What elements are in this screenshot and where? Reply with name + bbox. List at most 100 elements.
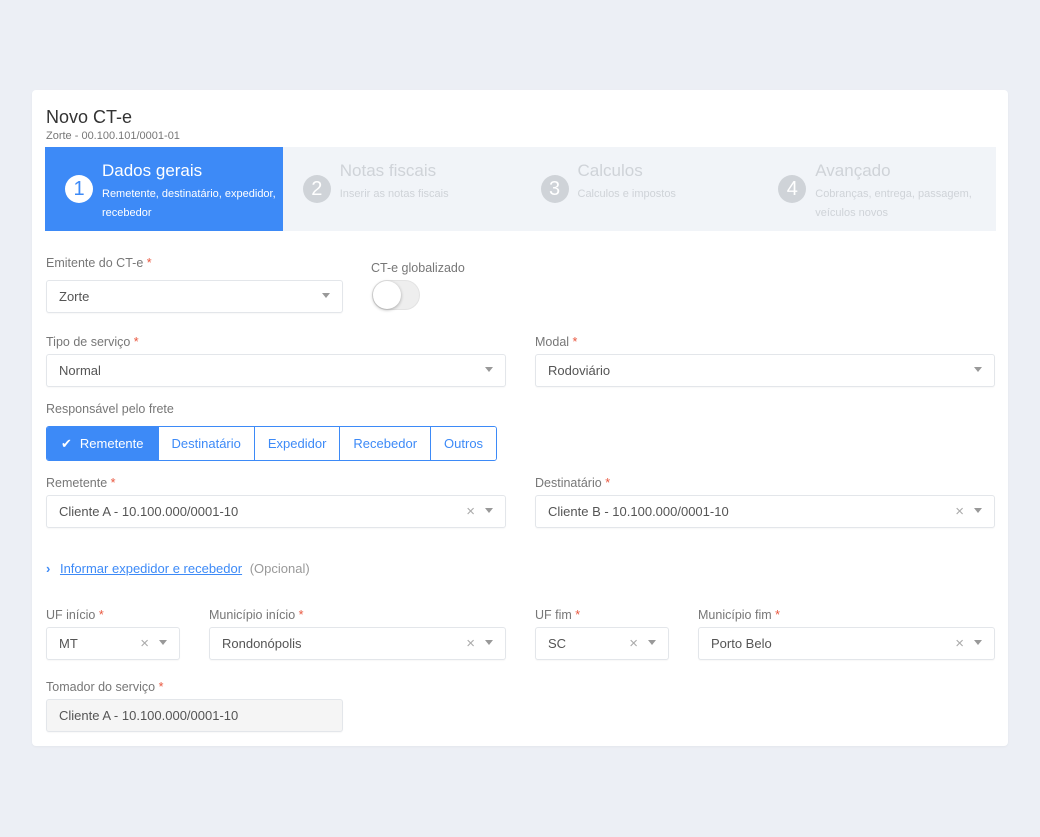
destinatario-select[interactable]: Cliente B - 10.100.000/0001-10 × [535, 495, 995, 528]
caret-down-icon [322, 293, 330, 298]
clear-icon[interactable]: × [955, 503, 964, 520]
step-avancado[interactable]: 4 Avançado Cobranças, entrega, passagem,… [758, 147, 996, 231]
step-title: Dados gerais [102, 161, 202, 181]
expedidor-recebedor-row: › Informar expedidor e recebedor (Opcion… [46, 561, 310, 576]
required-marker: * [99, 608, 104, 622]
step-number: 1 [65, 175, 93, 203]
municipio-fim-label: Município fim * [698, 608, 780, 622]
tomador-label: Tomador do serviço * [46, 680, 163, 694]
clear-icon[interactable]: × [629, 635, 638, 652]
municipio-inicio-select[interactable]: Rondonópolis × [209, 627, 506, 660]
emitente-select[interactable]: Zorte [46, 280, 343, 313]
select-value: SC [548, 636, 566, 651]
select-value: Cliente A - 10.100.000/0001-10 [59, 504, 238, 519]
select-value: MT [59, 636, 78, 651]
label-text: Remetente [46, 476, 107, 490]
required-marker: * [111, 476, 116, 490]
required-marker: * [159, 680, 164, 694]
municipio-fim-select[interactable]: Porto Belo × [698, 627, 995, 660]
modal-select[interactable]: Rodoviário [535, 354, 995, 387]
required-marker: * [775, 608, 780, 622]
label-text: UF fim [535, 608, 572, 622]
required-marker: * [134, 335, 139, 349]
clear-icon[interactable]: × [466, 635, 475, 652]
option-outros[interactable]: Outros [431, 427, 496, 460]
caret-down-icon [648, 640, 656, 645]
option-recebedor[interactable]: Recebedor [340, 427, 431, 460]
uf-fim-select[interactable]: SC × [535, 627, 669, 660]
required-marker: * [605, 476, 610, 490]
label-text: UF início [46, 608, 95, 622]
select-value: Rondonópolis [222, 636, 302, 651]
uf-inicio-label: UF início * [46, 608, 104, 622]
caret-down-icon [485, 367, 493, 372]
step-calculos[interactable]: 3 Calculos Calculos e impostos [521, 147, 759, 231]
step-description: Cobranças, entrega, passagem, veículos n… [815, 185, 990, 223]
remetente-select[interactable]: Cliente A - 10.100.000/0001-10 × [46, 495, 506, 528]
select-value: Normal [59, 363, 101, 378]
label-text: Modal [535, 335, 569, 349]
step-number: 2 [303, 175, 331, 203]
tipo-servico-label: Tipo de serviço * [46, 335, 139, 349]
responsavel-label: Responsável pelo frete [46, 402, 174, 416]
step-notas-fiscais[interactable]: 2 Notas fiscais Inserir as notas fiscais [283, 147, 521, 231]
caret-down-icon [974, 640, 982, 645]
clear-icon[interactable]: × [466, 503, 475, 520]
step-description: Inserir as notas fiscais [340, 185, 515, 204]
caret-down-icon [974, 508, 982, 513]
step-number: 3 [541, 175, 569, 203]
emitente-label: Emitente do CT-e * [46, 256, 152, 270]
caret-down-icon [485, 508, 493, 513]
tipo-servico-select[interactable]: Normal [46, 354, 506, 387]
required-marker: * [575, 608, 580, 622]
globalizado-label: CT-e globalizado [371, 261, 465, 275]
select-value: Rodoviário [548, 363, 610, 378]
municipio-inicio-label: Município início * [209, 608, 304, 622]
option-label: Remetente [80, 436, 144, 451]
cte-form-card: Novo CT-e Zorte - 00.100.101/0001-01 1 D… [32, 90, 1008, 746]
label-text: Município fim [698, 608, 772, 622]
clear-icon[interactable]: × [140, 635, 149, 652]
page-title: Novo CT-e [46, 107, 132, 128]
destinatario-label: Destinatário * [535, 476, 610, 490]
label-text: Tomador do serviço [46, 680, 155, 694]
required-marker: * [147, 256, 152, 270]
wizard-steps: 1 Dados gerais Remetente, destinatário, … [45, 147, 996, 231]
label-text: Destinatário [535, 476, 602, 490]
step-title: Calculos [578, 161, 643, 181]
step-number: 4 [778, 175, 806, 203]
required-marker: * [573, 335, 578, 349]
uf-inicio-select[interactable]: MT × [46, 627, 180, 660]
globalizado-toggle[interactable] [372, 280, 420, 310]
label-text: Município início [209, 608, 295, 622]
field-value: Cliente A - 10.100.000/0001-10 [59, 708, 238, 723]
chevron-right-icon: › [46, 561, 50, 576]
step-dados-gerais[interactable]: 1 Dados gerais Remetente, destinatário, … [45, 147, 283, 231]
step-description: Remetente, destinatário, expedidor, rece… [102, 185, 277, 223]
step-title: Notas fiscais [340, 161, 436, 181]
option-destinatario[interactable]: Destinatário [159, 427, 255, 460]
option-expedidor[interactable]: Expedidor [255, 427, 341, 460]
caret-down-icon [974, 367, 982, 372]
option-remetente[interactable]: ✔ Remetente [47, 427, 159, 460]
optional-hint: (Opcional) [250, 561, 310, 576]
select-value: Cliente B - 10.100.000/0001-10 [548, 504, 729, 519]
informar-expedidor-link[interactable]: Informar expedidor e recebedor [60, 561, 242, 576]
modal-label: Modal * [535, 335, 577, 349]
remetente-label: Remetente * [46, 476, 116, 490]
select-value: Zorte [59, 289, 89, 304]
check-icon: ✔ [61, 436, 72, 452]
toggle-knob [373, 281, 401, 309]
clear-icon[interactable]: × [955, 635, 964, 652]
caret-down-icon [159, 640, 167, 645]
step-title: Avançado [815, 161, 890, 181]
caret-down-icon [485, 640, 493, 645]
uf-fim-label: UF fim * [535, 608, 580, 622]
step-description: Calculos e impostos [578, 185, 753, 204]
select-value: Porto Belo [711, 636, 772, 651]
page-subtitle: Zorte - 00.100.101/0001-01 [46, 130, 180, 142]
label-text: Tipo de serviço [46, 335, 130, 349]
responsavel-button-group: ✔ Remetente Destinatário Expedidor Receb… [46, 426, 497, 461]
tomador-field: Cliente A - 10.100.000/0001-10 [46, 699, 343, 732]
required-marker: * [299, 608, 304, 622]
